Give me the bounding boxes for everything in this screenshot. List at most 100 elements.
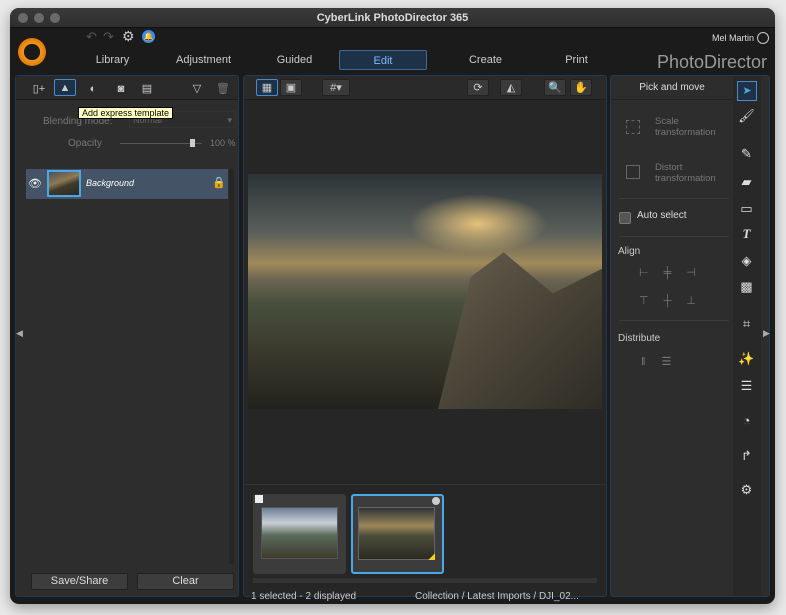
selection-status: 1 selected - 2 displayed xyxy=(251,591,357,602)
layer-menu-icon[interactable]: ▤ xyxy=(136,80,158,97)
opacity-label: Opacity xyxy=(68,138,102,149)
app-window: CyberLink PhotoDirector 365 ↶ ↷ ⚙ 🔔 Mel … xyxy=(10,8,775,604)
chevron-down-icon: ▾ xyxy=(227,115,232,125)
undo-icon[interactable]: ↶ xyxy=(86,29,97,45)
rectangle-tool-icon[interactable]: ▭ xyxy=(733,201,760,217)
photo-cliffs xyxy=(438,252,602,409)
eraser-tool-icon[interactable]: ▰ xyxy=(733,174,760,190)
rotate-icon[interactable]: ⟳ xyxy=(467,79,489,96)
thumbnail-image xyxy=(261,507,338,559)
edited-badge-icon xyxy=(255,495,263,503)
align-horizontal-icons[interactable]: ⊢╪⊣ xyxy=(639,266,711,279)
settings-gear-icon[interactable]: ⚙ xyxy=(122,28,135,45)
auto-select-label: Auto select xyxy=(637,210,687,221)
opacity-slider[interactable] xyxy=(120,139,202,147)
edited-photo[interactable] xyxy=(248,174,602,409)
layers-toolbar: ▯+ ▲ ◐ ◙ ▤ ▽ 🗑 xyxy=(16,76,238,100)
distort-transformation-button[interactable]: Distort transformation xyxy=(655,162,716,184)
view-single-icon[interactable]: ▣ xyxy=(280,79,302,96)
tooltip: Add express template xyxy=(78,107,174,119)
opacity-slider-thumb[interactable] xyxy=(190,139,195,147)
layer-thumbnail xyxy=(47,170,81,197)
lock-icon[interactable]: 🔒 xyxy=(212,176,226,189)
distort-label-2: transformation xyxy=(655,173,716,184)
brand-label: PhotoDirector xyxy=(656,52,767,72)
tab-edit[interactable]: Edit xyxy=(339,50,427,70)
layers-scrollbar[interactable] xyxy=(229,169,234,564)
delete-layer-icon[interactable]: 🗑 xyxy=(212,80,234,97)
flag-corner-icon xyxy=(428,553,435,560)
tab-print[interactable]: Print xyxy=(524,50,629,70)
filmstrip-divider xyxy=(244,484,606,485)
fill-bucket-tool-icon[interactable]: ◈ xyxy=(733,253,760,269)
tab-create[interactable]: Create xyxy=(433,50,538,70)
adjustment-layer-icon[interactable]: ◐ xyxy=(82,80,104,97)
scale-icon xyxy=(626,120,640,134)
scale-label-2: transformation xyxy=(655,127,716,138)
brush-mask-tool-icon[interactable]: 🖌 xyxy=(733,108,760,124)
magic-wand-tool-icon[interactable]: ✨ xyxy=(733,351,760,367)
canvas-toolbar: ▦ ▣ #▾ ⟳ ◭ 🔍 ✋ xyxy=(244,76,606,100)
crop-tool-icon[interactable]: ⌗ xyxy=(733,316,760,332)
user-account[interactable]: Mel Martin xyxy=(712,32,769,44)
zoom-icon[interactable]: 🔍 xyxy=(544,79,566,96)
hand-pan-icon[interactable]: ✋ xyxy=(570,79,592,96)
scale-transformation-button[interactable]: Scale transformation xyxy=(655,116,716,138)
title-bar: CyberLink PhotoDirector 365 xyxy=(10,8,775,28)
add-layer-icon[interactable]: ▯+ xyxy=(28,80,50,97)
save-share-button[interactable]: Save/Share xyxy=(31,573,128,590)
window-title: CyberLink PhotoDirector 365 xyxy=(316,12,469,24)
collapse-right-arrow-icon[interactable]: ▶ xyxy=(763,328,770,339)
tool-title: Pick and move xyxy=(611,76,733,100)
user-avatar-icon xyxy=(757,32,769,44)
tab-library[interactable]: Library xyxy=(60,50,165,70)
settings-tool-icon[interactable]: ⚙ xyxy=(733,482,760,498)
add-express-template-icon[interactable]: ▲ xyxy=(54,79,76,96)
layer-name: Background xyxy=(86,178,135,188)
eye-visibility-icon[interactable]: 👁 xyxy=(28,177,42,190)
notification-bell-icon[interactable]: 🔔 xyxy=(142,30,155,43)
redo-icon[interactable]: ↷ xyxy=(103,29,114,45)
opacity-value: 100 % xyxy=(210,138,236,148)
distribute-label: Distribute xyxy=(618,333,661,344)
auto-select-checkbox[interactable] xyxy=(619,212,631,224)
tab-adjustment[interactable]: Adjustment xyxy=(151,50,256,70)
align-label: Align xyxy=(618,246,641,257)
distribute-icons[interactable]: ‖☰ xyxy=(641,355,687,368)
divider xyxy=(619,320,729,321)
color-tone-tool-icon[interactable]: ◔ xyxy=(733,413,760,428)
tools-panel: Pick and move Scale transformation Distor… xyxy=(610,75,770,597)
pencil-tool-icon[interactable]: ✎ xyxy=(733,146,760,162)
canvas-panel: ▦ ▣ #▾ ⟳ ◭ 🔍 ✋ 1 selected - 2 displayed … xyxy=(243,75,607,602)
layer-row-background[interactable]: 👁 Background 🔒 xyxy=(26,169,228,199)
filmstrip-thumb-1[interactable] xyxy=(253,494,346,574)
user-name: Mel Martin xyxy=(711,33,754,43)
thumbnail-image xyxy=(358,507,435,560)
divider xyxy=(619,236,729,237)
tool-sidebar: ➤ 🖌 ✎ ▰ ▭ T ◈ ▩ ⌗ ✨ ☰ ◔ ↱ ⚙ xyxy=(733,76,761,596)
collapse-left-arrow-icon[interactable]: ◀ xyxy=(16,328,23,339)
filmstrip-thumb-2-selected[interactable] xyxy=(351,494,444,574)
app-logo[interactable] xyxy=(18,38,46,66)
align-vertical-icons[interactable]: ⊤┼⊥ xyxy=(639,294,711,307)
view-compare-icon[interactable]: ▦ xyxy=(256,79,278,96)
filter-icon[interactable]: ▽ xyxy=(186,80,208,97)
scale-label: Scale xyxy=(655,116,679,127)
gradient-tool-icon[interactable]: ▩ xyxy=(733,279,760,295)
adjustments-tool-icon[interactable]: ☰ xyxy=(733,378,760,394)
mask-icon[interactable]: ◙ xyxy=(110,80,132,97)
photo-sky-glow xyxy=(408,194,548,254)
distort-icon xyxy=(626,165,640,179)
filmstrip-scrollbar[interactable] xyxy=(253,578,597,583)
clear-button[interactable]: Clear xyxy=(137,573,234,590)
flip-icon[interactable]: ◭ xyxy=(500,79,522,96)
layer-order-tool-icon[interactable]: ↱ xyxy=(733,448,760,464)
layers-badge-icon xyxy=(432,497,440,505)
main-tabs: Library Adjustment Guided Edit Create Pr… xyxy=(60,50,615,70)
tab-guided[interactable]: Guided xyxy=(242,50,347,70)
grid-icon[interactable]: #▾ xyxy=(322,79,350,96)
text-tool-icon[interactable]: T xyxy=(733,226,760,242)
distort-label: Distort xyxy=(655,162,683,173)
pick-move-tool-icon[interactable]: ➤ xyxy=(737,81,757,101)
collection-path[interactable]: Collection / Latest Imports / DJI_02... xyxy=(415,591,579,602)
